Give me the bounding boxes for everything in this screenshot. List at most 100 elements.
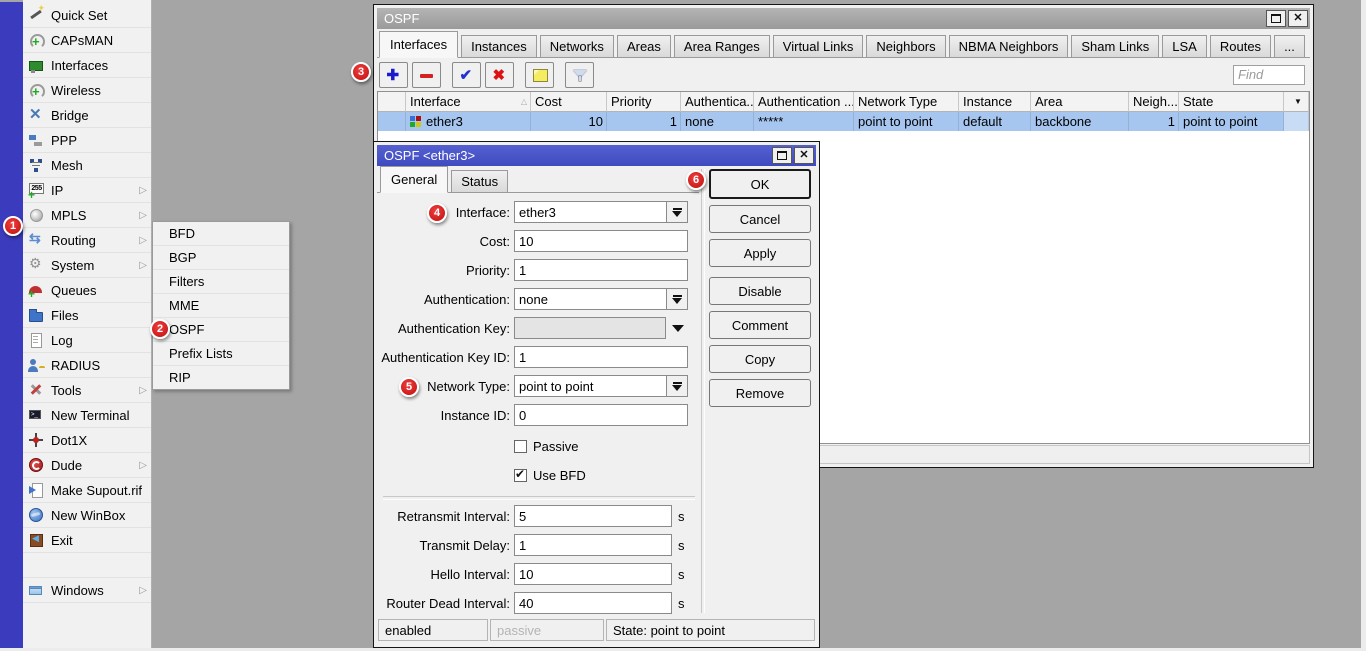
submenu-item-filters[interactable]: Filters <box>153 270 289 294</box>
authentication-dropdown-button[interactable] <box>666 288 688 310</box>
cell-10[interactable]: 10 <box>531 112 607 131</box>
sidebar-item-quick-set[interactable]: Quick Set <box>23 3 151 28</box>
dropdown-icon[interactable] <box>672 325 684 332</box>
submenu-item-bfd[interactable]: BFD <box>153 222 289 246</box>
dialog-close-button[interactable]: ✕ <box>794 147 814 164</box>
sidebar-item-make-supout-rif[interactable]: Make Supout.rif <box>23 478 151 503</box>
ospf-window-titlebar[interactable]: OSPF ✕ <box>377 8 1310 29</box>
authentication-input[interactable] <box>514 288 666 310</box>
sidebar-item-new-winbox[interactable]: New WinBox <box>23 503 151 528</box>
tab-neighbors[interactable]: Neighbors <box>866 35 945 57</box>
comment-button[interactable]: Comment <box>709 311 811 339</box>
apply-button[interactable]: Apply <box>709 239 811 267</box>
tab-areas[interactable]: Areas <box>617 35 671 57</box>
sidebar-item-files[interactable]: Files <box>23 303 151 328</box>
sidebar-item-bridge[interactable]: Bridge <box>23 103 151 128</box>
maximize-button[interactable] <box>1266 10 1286 27</box>
transmit-delay-input[interactable] <box>514 534 672 556</box>
authentication-key-id-input[interactable] <box>514 346 688 368</box>
dialog-titlebar[interactable]: OSPF <ether3> ✕ <box>377 145 816 166</box>
remove-button[interactable] <box>412 62 441 88</box>
cancel-button[interactable]: Cancel <box>709 205 811 233</box>
cell-1[interactable]: 1 <box>607 112 681 131</box>
submenu-item-rip[interactable]: RIP <box>153 366 289 389</box>
column-header-cost[interactable]: Cost <box>531 92 607 112</box>
sidebar-item-windows[interactable]: Windows▷ <box>23 578 151 603</box>
column-header-network-type[interactable]: Network Type <box>854 92 959 112</box>
dialog-tab-general[interactable]: General <box>380 166 448 193</box>
cost-input[interactable] <box>514 230 688 252</box>
instance-id-input[interactable] <box>514 404 688 426</box>
enable-button[interactable] <box>452 62 481 88</box>
close-button[interactable]: ✕ <box>1288 10 1308 27</box>
priority-input[interactable] <box>514 259 688 281</box>
tab-routes[interactable]: Routes <box>1210 35 1271 57</box>
sidebar-item-routing[interactable]: Routing▷ <box>23 228 151 253</box>
tab-lsa[interactable]: LSA <box>1162 35 1207 57</box>
sidebar-item-log[interactable]: Log <box>23 328 151 353</box>
interface-dropdown-button[interactable] <box>666 201 688 223</box>
disable-button[interactable] <box>485 62 514 88</box>
dialog-tab-status[interactable]: Status <box>451 170 508 192</box>
cell-1[interactable]: 1 <box>1129 112 1179 131</box>
filter-button[interactable] <box>565 62 594 88</box>
disable-button[interactable]: Disable <box>709 277 811 305</box>
submenu-item-mme[interactable]: MME <box>153 294 289 318</box>
column-header-area[interactable]: Area <box>1031 92 1129 112</box>
submenu-item-ospf[interactable]: OSPF <box>153 318 289 342</box>
cell-none[interactable]: none <box>681 112 754 131</box>
column-header-authentica[interactable]: Authentica... <box>681 92 754 112</box>
sidebar-item-ppp[interactable]: PPP <box>23 128 151 153</box>
sidebar-item-interfaces[interactable]: Interfaces <box>23 53 151 78</box>
retransmit-interval-input[interactable] <box>514 505 672 527</box>
column-header-interface[interactable]: Interface△ <box>406 92 531 112</box>
column-header-neigh[interactable]: Neigh... <box>1129 92 1179 112</box>
sidebar-item-exit[interactable]: Exit <box>23 528 151 553</box>
sidebar-item-mesh[interactable]: Mesh <box>23 153 151 178</box>
cell-point-to-point[interactable]: point to point <box>854 112 959 131</box>
tab-area-ranges[interactable]: Area Ranges <box>674 35 770 57</box>
sidebar-item-wireless[interactable]: Wireless <box>23 78 151 103</box>
sidebar-item-new-terminal[interactable]: New Terminal <box>23 403 151 428</box>
sidebar-item-capsman[interactable]: CAPsMAN <box>23 28 151 53</box>
sidebar-item-queues[interactable]: Queues <box>23 278 151 303</box>
column-header-priority[interactable]: Priority <box>607 92 681 112</box>
tab-virtual-links[interactable]: Virtual Links <box>773 35 864 57</box>
comment-button[interactable] <box>525 62 554 88</box>
tab-instances[interactable]: Instances <box>461 35 537 57</box>
column-header-blank[interactable]: ▼ <box>1284 92 1309 112</box>
tab-blank[interactable]: ... <box>1274 35 1305 57</box>
submenu-item-bgp[interactable]: BGP <box>153 246 289 270</box>
sidebar-item-mpls[interactable]: MPLS▷ <box>23 203 151 228</box>
ok-button[interactable]: OK <box>709 169 811 199</box>
cell-ether3[interactable]: ether3 <box>406 112 531 131</box>
cell-default[interactable]: default <box>959 112 1031 131</box>
table-row[interactable]: ether3101none*****point to pointdefaultb… <box>378 112 1309 131</box>
tab-networks[interactable]: Networks <box>540 35 614 57</box>
add-button[interactable] <box>379 62 408 88</box>
tab-sham-links[interactable]: Sham Links <box>1071 35 1159 57</box>
cell-backbone[interactable]: backbone <box>1031 112 1129 131</box>
sidebar-item-dot1x[interactable]: Dot1X <box>23 428 151 453</box>
column-header-instance[interactable]: Instance <box>959 92 1031 112</box>
tab-nbma-neighbors[interactable]: NBMA Neighbors <box>949 35 1069 57</box>
column-header-state[interactable]: State <box>1179 92 1284 112</box>
sidebar-item-tools[interactable]: Tools▷ <box>23 378 151 403</box>
use-bfd-checkbox[interactable] <box>514 469 527 482</box>
network-type-input[interactable] <box>514 375 666 397</box>
copy-button[interactable]: Copy <box>709 345 811 373</box>
sidebar-item-radius[interactable]: RADIUS <box>23 353 151 378</box>
column-header-blank[interactable] <box>378 92 406 112</box>
cell-point-to-point[interactable]: point to point <box>1179 112 1284 131</box>
router-dead-interval-input[interactable] <box>514 592 672 614</box>
cell-blank[interactable]: ***** <box>754 112 854 131</box>
network-type-dropdown-button[interactable] <box>666 375 688 397</box>
column-menu-icon[interactable]: ▼ <box>1294 97 1302 106</box>
sidebar-item-system[interactable]: System▷ <box>23 253 151 278</box>
passive-checkbox[interactable] <box>514 440 527 453</box>
find-input[interactable] <box>1233 65 1305 85</box>
cell-blank[interactable] <box>378 112 406 131</box>
submenu-item-prefix-lists[interactable]: Prefix Lists <box>153 342 289 366</box>
dialog-maximize-button[interactable] <box>772 147 792 164</box>
sidebar-item-ip[interactable]: IP▷ <box>23 178 151 203</box>
